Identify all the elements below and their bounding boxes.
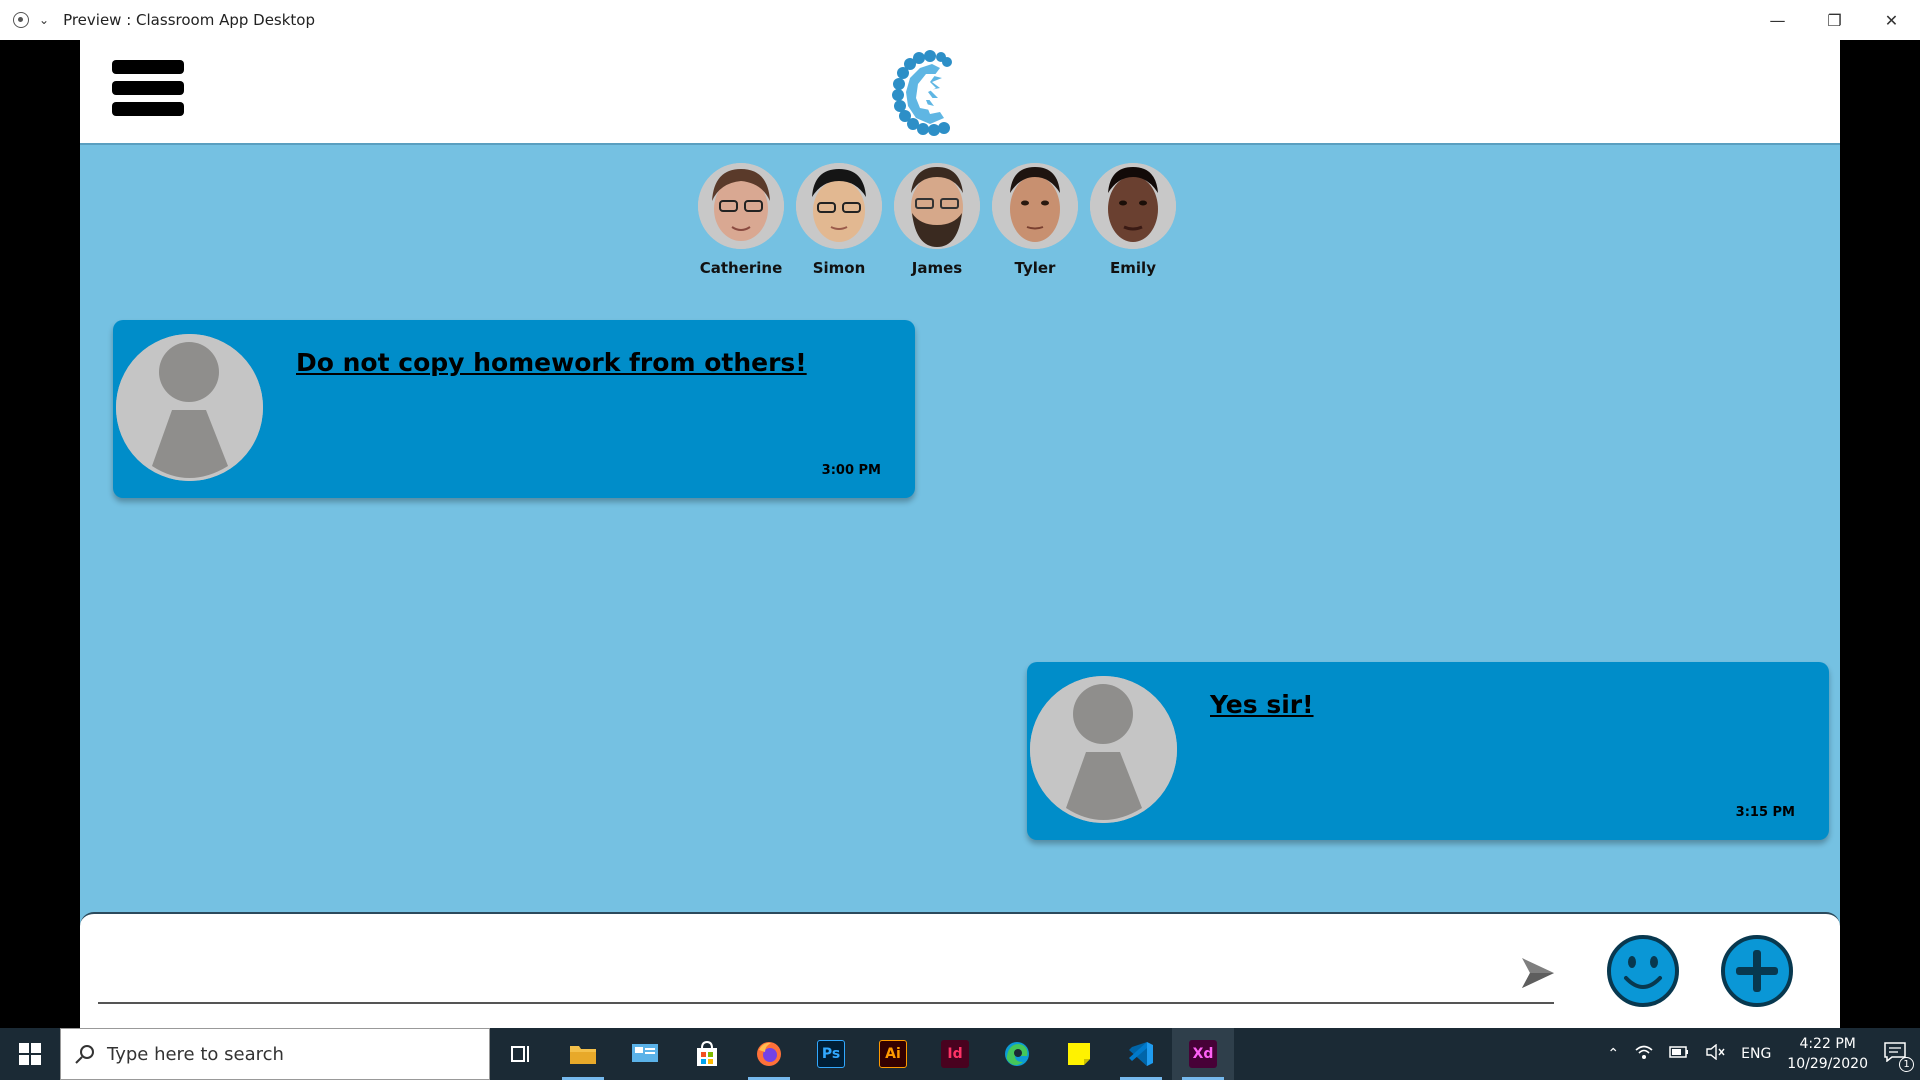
windows-start-button[interactable] — [0, 1028, 60, 1080]
clock-date: 10/29/2020 — [1787, 1056, 1868, 1072]
windows-logo-icon — [19, 1043, 41, 1065]
app-header — [80, 40, 1840, 145]
indesign-icon: Id — [941, 1040, 969, 1068]
close-button[interactable]: ✕ — [1863, 0, 1920, 40]
battery-icon[interactable] — [1669, 1046, 1689, 1062]
message-timestamp: 3:00 PM — [821, 463, 881, 478]
message-text[interactable]: Do not copy homework from others! — [296, 348, 807, 377]
menu-bar — [112, 60, 184, 74]
taskbar-app-vscode[interactable] — [1110, 1028, 1172, 1080]
search-icon — [75, 1045, 94, 1064]
volume-muted-icon[interactable] — [1705, 1043, 1725, 1064]
student-simon[interactable]: Simon — [796, 163, 882, 277]
taskbar-app-edge[interactable] — [986, 1028, 1048, 1080]
task-view-icon — [511, 1046, 529, 1062]
restore-button[interactable]: ❐ — [1806, 0, 1863, 40]
vscode-icon — [1129, 1042, 1153, 1066]
send-icon[interactable] — [1520, 956, 1556, 990]
system-tray: ⌃ ENG 4:22 PM 10/29/2020 1 — [1599, 1028, 1920, 1080]
taskbar-app-photoshop[interactable]: Ps — [800, 1028, 862, 1080]
xd-icon: Xd — [1189, 1040, 1217, 1068]
taskbar-app-store[interactable] — [676, 1028, 738, 1080]
search-placeholder: Type here to search — [107, 1043, 284, 1065]
control-panel-icon — [632, 1044, 658, 1062]
show-hidden-icons-button[interactable]: ⌃ — [1607, 1046, 1619, 1062]
message-input[interactable] — [98, 930, 1554, 1004]
illustrator-icon: Ai — [879, 1040, 907, 1068]
hamburger-menu-button[interactable] — [112, 60, 184, 120]
app-logo-icon — [892, 50, 952, 136]
taskbar-app-file-explorer[interactable] — [552, 1028, 614, 1080]
avatar[interactable] — [1030, 676, 1177, 823]
window-titlebar: ⌄ Preview : Classroom App Desktop — ❐ ✕ — [0, 0, 1920, 40]
clock-time: 4:22 PM — [1799, 1036, 1856, 1052]
store-icon — [697, 1041, 717, 1066]
photoshop-icon: Ps — [817, 1040, 845, 1068]
firefox-icon — [757, 1042, 781, 1066]
student-name: Tyler — [1014, 259, 1056, 277]
notification-count-badge: 1 — [1899, 1057, 1914, 1072]
menu-bar — [112, 102, 184, 116]
avatar[interactable] — [116, 334, 263, 481]
taskbar-app-control-panel[interactable] — [614, 1028, 676, 1080]
app-window-icon[interactable] — [13, 12, 29, 28]
student-tyler[interactable]: Tyler — [992, 163, 1078, 277]
task-view-button[interactable] — [490, 1028, 552, 1080]
student-photo[interactable] — [698, 163, 784, 249]
message-composer — [80, 912, 1840, 1028]
taskbar-app-firefox[interactable] — [738, 1028, 800, 1080]
student-name: Emily — [1110, 259, 1156, 277]
sticky-notes-icon — [1068, 1043, 1090, 1065]
student-photo[interactable] — [992, 163, 1078, 249]
language-indicator[interactable]: ENG — [1741, 1046, 1771, 1062]
chevron-down-icon[interactable]: ⌄ — [39, 13, 49, 27]
student-emily[interactable]: Emily — [1090, 163, 1176, 277]
emoji-button[interactable] — [1606, 934, 1680, 1008]
taskbar-app-indesign[interactable]: Id — [924, 1028, 986, 1080]
minimize-button[interactable]: — — [1749, 0, 1806, 40]
student-james[interactable]: James — [894, 163, 980, 277]
student-name: James — [911, 259, 963, 277]
message-bubble[interactable]: Do not copy homework from others! 3:00 P… — [113, 320, 915, 498]
student-photo[interactable] — [894, 163, 980, 249]
taskbar-app-sticky-notes[interactable] — [1048, 1028, 1110, 1080]
add-attachment-button[interactable] — [1720, 934, 1794, 1008]
windows-taskbar: Type here to search Ps Ai Id Xd ⌃ ENG 4:… — [0, 1028, 1920, 1080]
student-photo[interactable] — [1090, 163, 1176, 249]
student-name: Catherine — [699, 259, 783, 277]
student-catherine[interactable]: Catherine — [698, 163, 784, 277]
message-text[interactable]: Yes sir! — [1210, 690, 1314, 719]
wifi-icon[interactable] — [1635, 1044, 1653, 1064]
message-bubble[interactable]: Yes sir! 3:15 PM — [1027, 662, 1829, 840]
student-name: Simon — [812, 259, 866, 277]
message-timestamp: 3:15 PM — [1735, 805, 1795, 820]
taskbar-clock[interactable]: 4:22 PM 10/29/2020 — [1787, 1034, 1868, 1074]
student-list: Catherine Simon James Tyler Emily — [698, 163, 1176, 277]
edge-icon — [1005, 1042, 1029, 1066]
notification-center-button[interactable]: 1 — [1884, 1042, 1914, 1072]
classroom-app: Catherine Simon James Tyler Emily Do not… — [80, 40, 1840, 1028]
menu-bar — [112, 81, 184, 95]
window-title: Preview : Classroom App Desktop — [63, 11, 316, 29]
folder-icon — [570, 1046, 596, 1064]
taskbar-app-xd[interactable]: Xd — [1172, 1028, 1234, 1080]
taskbar-app-illustrator[interactable]: Ai — [862, 1028, 924, 1080]
taskbar-search[interactable]: Type here to search — [60, 1028, 490, 1080]
student-photo[interactable] — [796, 163, 882, 249]
